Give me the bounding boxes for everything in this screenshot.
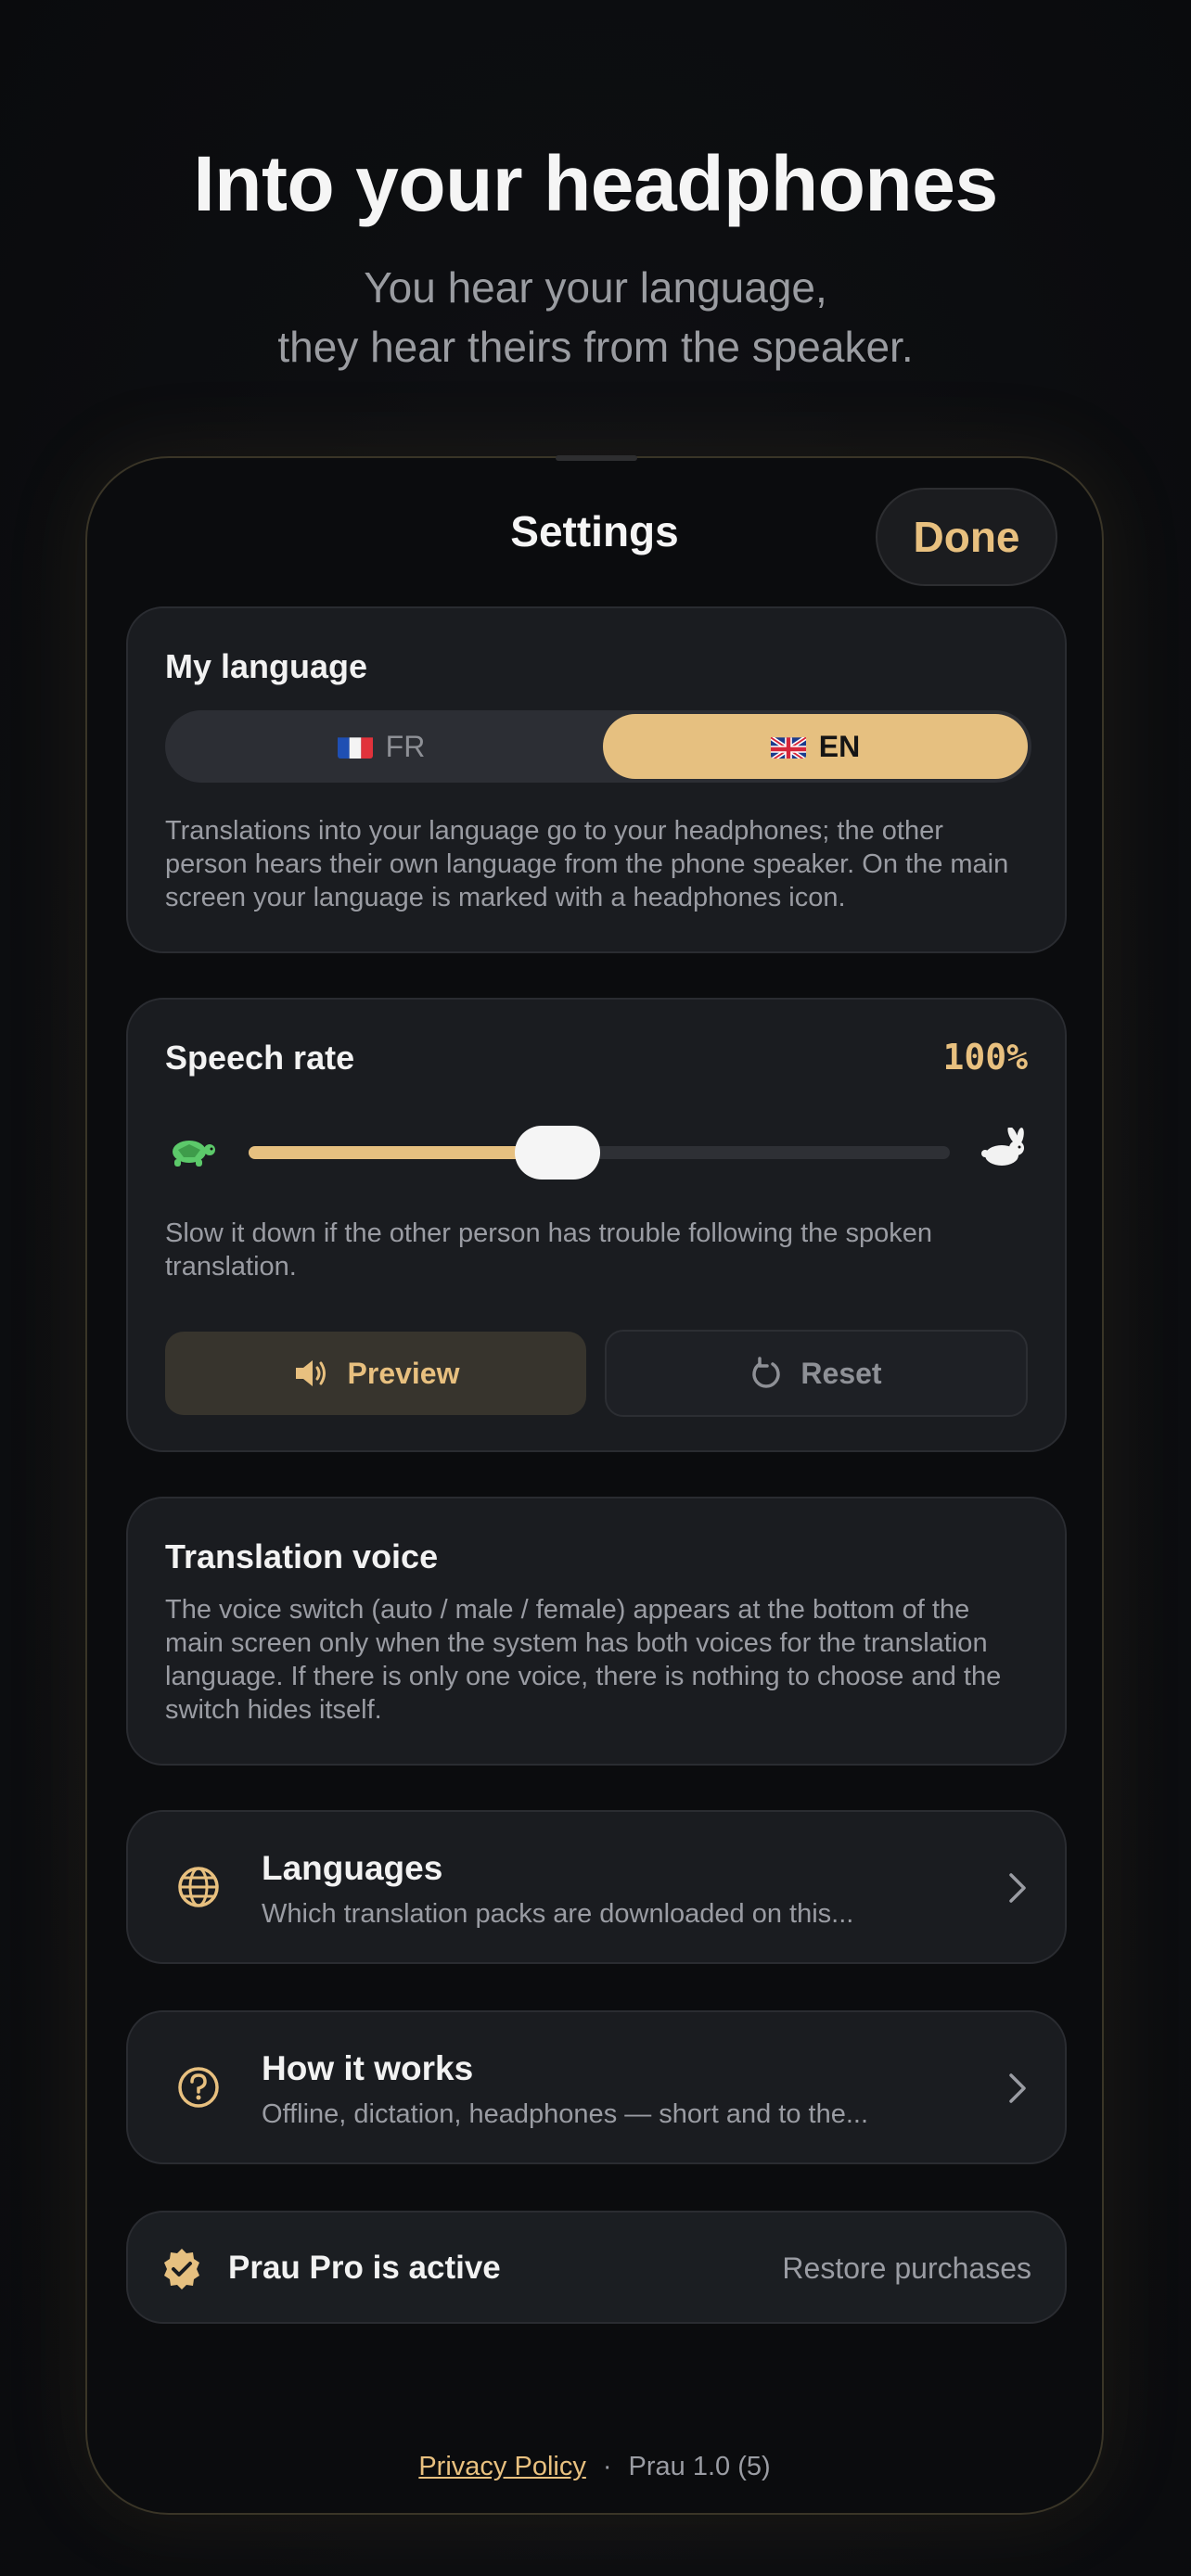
- how-it-works-title: How it works: [262, 2049, 474, 2087]
- footer-separator: ·: [602, 2452, 612, 2481]
- globe-icon: [178, 1867, 219, 1907]
- subline-2: they hear theirs from the speaker.: [277, 323, 914, 371]
- my-language-title: My language: [165, 647, 368, 685]
- language-option-en-label: EN: [818, 729, 861, 763]
- turtle-icon: [173, 1141, 215, 1167]
- preview-button[interactable]: Preview: [165, 1332, 586, 1415]
- headline: Into your headphones: [193, 140, 998, 227]
- language-option-fr[interactable]: FR: [169, 714, 594, 779]
- how-it-works-nav-item[interactable]: How it works Offline, dictation, headpho…: [126, 2010, 1067, 2164]
- reset-icon: [752, 1357, 781, 1388]
- slider-fill: [249, 1146, 557, 1159]
- notch: [556, 455, 637, 461]
- rabbit-icon: [981, 1128, 1024, 1166]
- translation-voice-card: Translation voice The voice switch (auto…: [126, 1497, 1067, 1766]
- reset-button[interactable]: Reset: [605, 1330, 1028, 1417]
- language-option-en[interactable]: EN: [603, 714, 1028, 779]
- pro-status-card: Prau Pro is active Restore purchases: [126, 2211, 1067, 2324]
- chevron-right-icon: [1009, 2073, 1026, 2103]
- pro-status-text: Prau Pro is active: [228, 2250, 501, 2286]
- uk-flag-icon: [770, 734, 806, 759]
- privacy-policy-link[interactable]: Privacy Policy: [418, 2452, 586, 2481]
- help-icon: [178, 2067, 219, 2108]
- phone-frame: Settings Done My language FR EN Translat…: [85, 455, 1104, 2515]
- preview-label: Preview: [347, 1356, 460, 1390]
- translation-voice-title: Translation voice: [165, 1537, 439, 1575]
- restore-purchases-link[interactable]: Restore purchases: [782, 2251, 1031, 2286]
- speech-rate-slider[interactable]: [249, 1126, 950, 1180]
- how-it-works-subtitle: Offline, dictation, headphones — short a…: [262, 2099, 869, 2129]
- chevron-right-icon: [1009, 1873, 1026, 1903]
- speech-rate-card: Speech rate 100% Slow it down if the oth…: [126, 998, 1067, 1452]
- speech-rate-description: Slow it down if the other person has tro…: [165, 1218, 932, 1282]
- language-segmented-control: FR EN: [165, 710, 1031, 783]
- languages-nav-item[interactable]: Languages Which translation packs are do…: [126, 1810, 1067, 1964]
- translation-voice-description: The voice switch (auto / male / female) …: [165, 1595, 1002, 1725]
- app-version: Prau 1.0 (5): [628, 2452, 771, 2481]
- speech-rate-title: Speech rate: [165, 1039, 355, 1077]
- languages-subtitle: Which translation packs are downloaded o…: [262, 1899, 854, 1929]
- done-button[interactable]: Done: [876, 488, 1057, 586]
- my-language-description: Translations into your language go to yo…: [165, 816, 1009, 912]
- footer: Privacy Policy · Prau 1.0 (5): [87, 2452, 1102, 2482]
- slider-thumb[interactable]: [514, 1126, 600, 1180]
- subline-1: You hear your language,: [364, 263, 827, 312]
- speaker-icon: [295, 1360, 326, 1386]
- languages-title: Languages: [262, 1849, 443, 1887]
- verified-badge-icon: [164, 2249, 199, 2289]
- speech-rate-value: 100%: [942, 1037, 1028, 1078]
- language-option-fr-label: FR: [385, 729, 426, 763]
- france-flag-icon: [337, 734, 373, 759]
- my-language-card: My language FR EN Translations into your…: [126, 606, 1067, 953]
- reset-label: Reset: [800, 1356, 882, 1390]
